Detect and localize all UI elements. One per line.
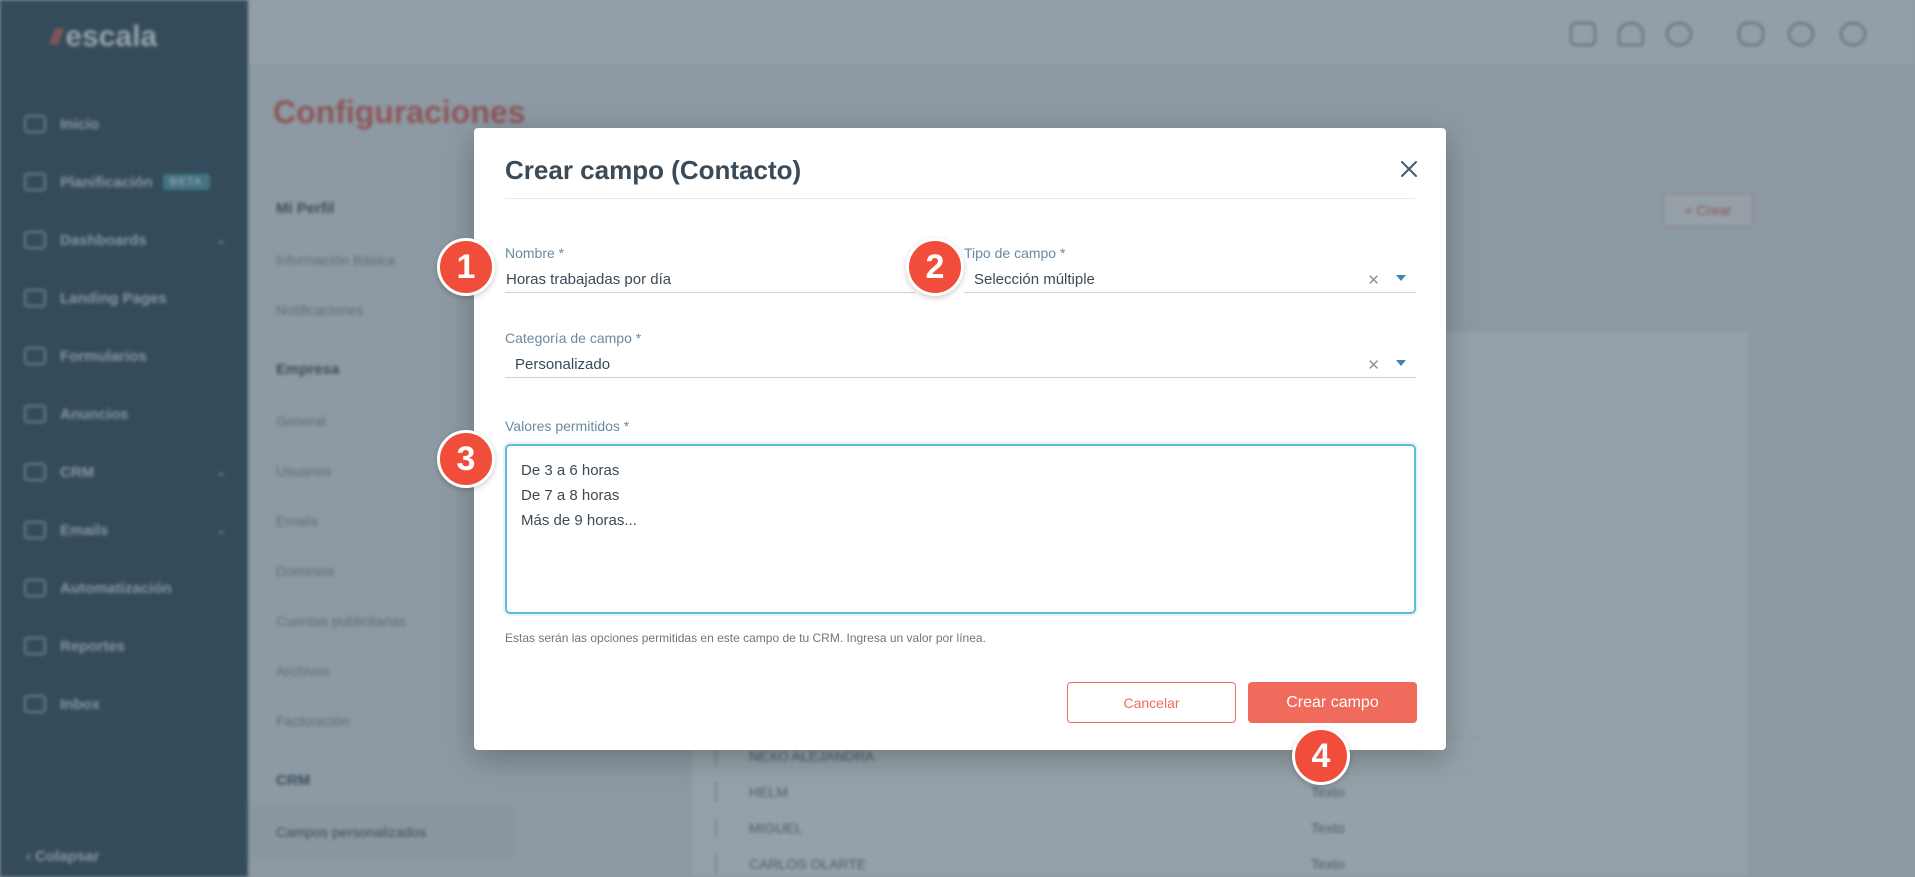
- clear-icon[interactable]: ✕: [1367, 271, 1380, 289]
- clear-icon[interactable]: ✕: [1367, 356, 1380, 374]
- nombre-label: Nombre *: [505, 245, 565, 261]
- nombre-input[interactable]: Horas trabajadas por día: [505, 267, 915, 293]
- categoria-select-value: Personalizado: [515, 356, 611, 373]
- valores-textarea[interactable]: De 3 a 6 horas De 7 a 8 horas Más de 9 h…: [505, 444, 1416, 614]
- categoria-select[interactable]: Personalizado ✕: [505, 352, 1416, 378]
- caret-down-icon[interactable]: [1396, 275, 1406, 281]
- tipo-field: Tipo de campo * Selección múltiple ✕: [964, 245, 1416, 293]
- close-icon: [1401, 161, 1417, 177]
- step-callout-4: 4: [1292, 727, 1350, 785]
- caret-down-icon[interactable]: [1396, 360, 1406, 366]
- nombre-field: Nombre * Horas trabajadas por día: [505, 245, 915, 293]
- categoria-field: Categoría de campo * Personalizado ✕: [505, 330, 1416, 378]
- step-callout-3: 3: [437, 430, 495, 488]
- textarea-line: Más de 9 horas...: [521, 512, 637, 529]
- tipo-select[interactable]: Selección múltiple ✕: [964, 267, 1416, 293]
- create-field-modal: Crear campo (Contacto) Nombre * Horas tr…: [474, 128, 1446, 750]
- cancel-button[interactable]: Cancelar: [1067, 682, 1236, 723]
- modal-divider: [505, 198, 1415, 199]
- valores-hint: Estas serán las opciones permitidas en e…: [505, 631, 986, 645]
- valores-field: Valores permitidos *: [505, 418, 1416, 434]
- tipo-select-value: Selección múltiple: [974, 271, 1095, 288]
- step-callout-1: 1: [437, 238, 495, 296]
- step-callout-2: 2: [906, 238, 964, 296]
- valores-label: Valores permitidos *: [505, 418, 630, 434]
- create-field-button[interactable]: Crear campo: [1248, 682, 1417, 723]
- textarea-line: De 7 a 8 horas: [521, 487, 620, 504]
- modal-title: Crear campo (Contacto): [505, 155, 802, 185]
- textarea-line: De 3 a 6 horas: [521, 462, 620, 479]
- tipo-label: Tipo de campo *: [964, 245, 1066, 261]
- close-button[interactable]: [1394, 154, 1424, 184]
- categoria-label: Categoría de campo *: [505, 330, 642, 346]
